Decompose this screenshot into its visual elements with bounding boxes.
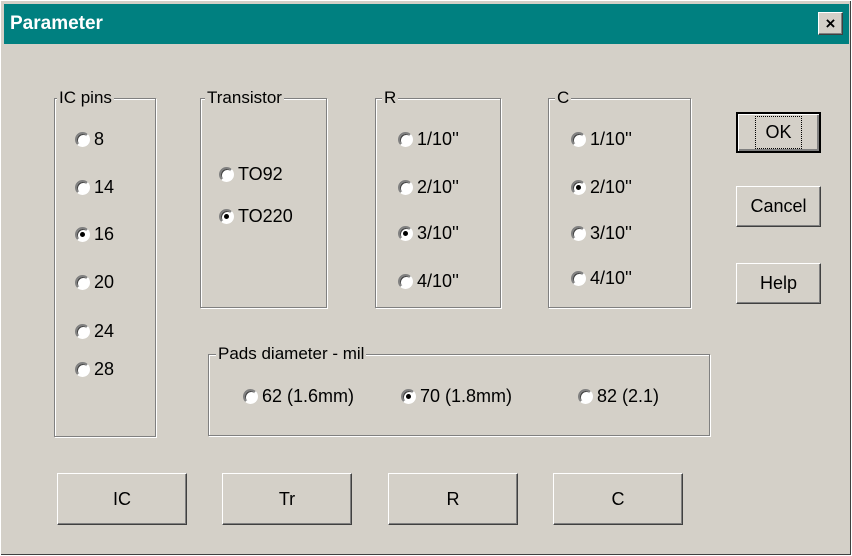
r-group: R 1/10'' 2/10'' 3/10'' 4/10''	[375, 88, 501, 308]
radio-to220[interactable]: TO220	[219, 206, 293, 226]
cancel-button[interactable]: Cancel	[736, 186, 821, 227]
radio-c-2-10[interactable]: 2/10''	[571, 177, 632, 197]
radio-label: 14	[94, 177, 115, 197]
radio-to92[interactable]: TO92	[219, 164, 283, 184]
radio-circle-selected	[571, 179, 586, 195]
help-button[interactable]: Help	[736, 263, 821, 304]
transistor-group: Transistor TO92 TO220	[200, 88, 327, 308]
radio-circle	[571, 225, 586, 241]
radio-circle	[75, 131, 90, 147]
radio-circle	[75, 361, 90, 377]
radio-circle	[398, 131, 413, 147]
radio-label: 16	[94, 224, 115, 244]
ic-pins-group: IC pins 8 14 16 20 24 28	[54, 88, 156, 437]
radio-pad-70[interactable]: 70 (1.8mm)	[401, 386, 512, 406]
radio-circle	[219, 166, 234, 182]
radio-label: 62 (1.6mm)	[262, 386, 355, 406]
radio-circle	[578, 388, 593, 404]
help-button-label: Help	[759, 273, 798, 293]
ic-pins-label: IC pins	[57, 88, 114, 108]
radio-label: 8	[94, 129, 105, 149]
radio-label: 1/10''	[417, 129, 459, 149]
radio-label: 20	[94, 272, 115, 292]
radio-label: 2/10''	[590, 177, 632, 197]
c-group: C 1/10'' 2/10'' 3/10'' 4/10''	[548, 88, 691, 308]
r-button-label: R	[446, 488, 460, 509]
window-title: Parameter	[10, 13, 103, 34]
transistor-label: Transistor	[205, 88, 284, 108]
radio-label: 24	[94, 321, 115, 341]
radio-circle	[243, 388, 258, 404]
radio-label: 70 (1.8mm)	[420, 386, 513, 406]
c-button-label: C	[611, 488, 625, 509]
cancel-button-label: Cancel	[750, 196, 807, 216]
tr-button-label: Tr	[278, 488, 296, 509]
radio-circle-selected	[219, 208, 234, 224]
radio-c-3-10[interactable]: 3/10''	[571, 223, 632, 243]
radio-circle-selected	[398, 225, 413, 241]
pads-diameter-group: Pads diameter - mil 62 (1.6mm) 70 (1.8mm…	[208, 344, 710, 436]
ic-button[interactable]: IC	[57, 473, 187, 525]
radio-r-4-10[interactable]: 4/10''	[398, 271, 459, 291]
radio-label: 3/10''	[417, 223, 459, 243]
radio-circle-selected	[401, 388, 416, 404]
radio-label: 82 (2.1)	[597, 386, 660, 406]
radio-r-1-10[interactable]: 1/10''	[398, 129, 459, 149]
r-button[interactable]: R	[388, 473, 518, 525]
radio-label: 3/10''	[590, 223, 632, 243]
radio-c-1-10[interactable]: 1/10''	[571, 129, 632, 149]
radio-r-3-10[interactable]: 3/10''	[398, 223, 459, 243]
radio-circle	[571, 131, 586, 147]
radio-circle-selected	[75, 226, 90, 242]
close-button[interactable]: ×	[818, 12, 843, 35]
radio-label: TO92	[238, 164, 283, 184]
radio-label: 1/10''	[590, 129, 632, 149]
radio-label: 4/10''	[417, 271, 459, 291]
radio-circle	[571, 270, 586, 286]
radio-c-4-10[interactable]: 4/10''	[571, 268, 632, 288]
r-label: R	[382, 88, 399, 108]
radio-ic-8[interactable]: 8	[75, 129, 104, 149]
radio-label: 4/10''	[590, 268, 632, 288]
radio-label: 2/10''	[417, 177, 459, 197]
radio-circle	[75, 274, 90, 290]
radio-pad-82[interactable]: 82 (2.1)	[578, 386, 659, 406]
radio-label: TO220	[238, 206, 293, 226]
close-icon: ×	[825, 14, 836, 33]
pads-diameter-label: Pads diameter - mil	[216, 344, 367, 364]
radio-circle	[75, 179, 90, 195]
radio-ic-16[interactable]: 16	[75, 224, 114, 244]
radio-ic-28[interactable]: 28	[75, 359, 114, 379]
radio-circle	[398, 179, 413, 195]
radio-circle	[75, 323, 90, 339]
c-button[interactable]: C	[553, 473, 683, 525]
ok-button-label: OK	[755, 116, 802, 149]
radio-pad-62[interactable]: 62 (1.6mm)	[243, 386, 354, 406]
title-bar[interactable]: Parameter ×	[4, 4, 849, 44]
c-label: C	[555, 88, 572, 108]
tr-button[interactable]: Tr	[222, 473, 352, 525]
parameter-dialog: Parameter × IC pins 8 14 16 20 24 28 Tra…	[0, 0, 852, 556]
radio-ic-20[interactable]: 20	[75, 272, 114, 292]
radio-circle	[398, 273, 413, 289]
ic-button-label: IC	[113, 488, 131, 509]
radio-ic-14[interactable]: 14	[75, 177, 114, 197]
radio-ic-24[interactable]: 24	[75, 321, 114, 341]
radio-r-2-10[interactable]: 2/10''	[398, 177, 459, 197]
radio-label: 28	[94, 359, 115, 379]
ok-button[interactable]: OK	[736, 112, 821, 153]
